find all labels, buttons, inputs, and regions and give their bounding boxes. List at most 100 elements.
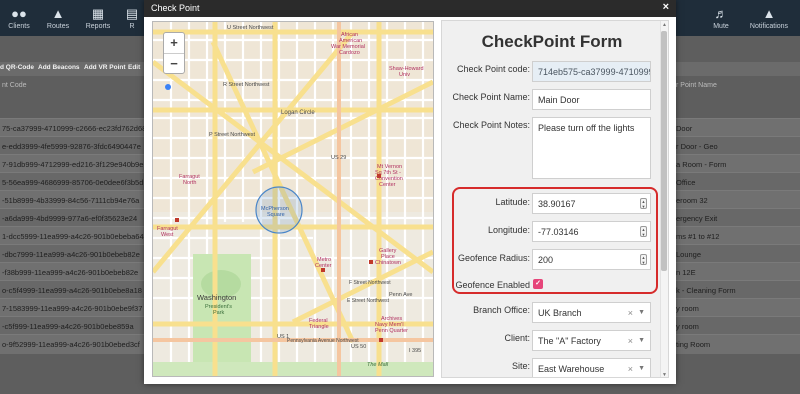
map-label-mt-vernon-4: Center <box>379 182 396 188</box>
zoom-in-button[interactable]: + <box>164 33 184 53</box>
row-name: ergency Exit <box>676 214 718 223</box>
bar-chart-icon: ▦ <box>91 6 105 21</box>
notes-label: Check Point Notes: <box>452 120 530 130</box>
branch-value: UK Branch <box>538 308 582 318</box>
add-vr-point-button[interactable]: Add VR Point <box>84 64 126 71</box>
row-code: -dbc7999-11ea999-a4c26-901b0ebeb82e <box>2 250 140 259</box>
latitude-label: Latitude: <box>495 197 530 207</box>
radius-label: Geofence Radius: <box>457 253 530 263</box>
map-label-pennsylvania: Pennsylvania Avenue Northwest <box>287 338 359 344</box>
map-label-us50: US 50 <box>351 344 366 350</box>
longitude-value: -77.03146 <box>538 227 579 237</box>
map-label-logan: Logan Circle <box>281 110 315 116</box>
longitude-field[interactable]: -77.03146 ▲ ▼ <box>532 221 651 242</box>
scrollbar-thumb[interactable] <box>661 31 667 271</box>
edit-button[interactable]: Edit <box>128 64 140 71</box>
row-code: o-9f52999-11ea999-a4c26-901b0ebed3cf <box>2 340 140 349</box>
client-clear-icon[interactable]: × <box>628 336 633 346</box>
site-value: East Warehouse <box>538 364 605 374</box>
map-label-f-street: F Street Northwest <box>349 280 391 286</box>
row-name: y room <box>676 322 699 331</box>
row-code: 5-56ea999-4686999-85706-0e0dee6f3b5d <box>2 178 144 187</box>
site-select[interactable]: East Warehouse × ▼ <box>532 358 651 377</box>
modal-header: Check Point × <box>144 0 676 17</box>
map-label-farragut-north-2: North <box>183 180 196 186</box>
map-label-penn-ave: Penn Ave <box>389 292 412 298</box>
row-code: 7-91db999-4712999-ed216-3f129e940b9e <box>2 160 144 169</box>
map-view[interactable]: U Street Northwest African American War … <box>152 21 434 377</box>
row-name: Office <box>676 178 696 187</box>
nav-routes-label: Routes <box>46 23 70 30</box>
row-name: Lounge <box>676 250 702 259</box>
map-label-us29: US 29 <box>331 155 346 161</box>
form-scrollbar[interactable]: ▲ ▼ <box>660 21 668 377</box>
longitude-stepper[interactable]: ▲ ▼ <box>640 226 647 237</box>
form-title: CheckPoint Form <box>481 32 623 51</box>
code-label: Check Point code: <box>456 64 530 74</box>
latitude-stepper[interactable]: ▲ ▼ <box>640 198 647 209</box>
name-field[interactable]: Main Door <box>532 89 651 110</box>
geofence-enabled-checkbox[interactable]: ✓ <box>533 279 543 289</box>
latitude-value: 38.90167 <box>538 199 576 209</box>
map-label-square: Square <box>267 212 285 218</box>
row-code: -51b8999-4b33999-84c56-7111cb94e76a <box>2 196 140 205</box>
notes-field[interactable]: Please turn off the lights <box>532 117 651 179</box>
map-zoom-control: + − <box>163 32 185 74</box>
add-qr-code-button[interactable]: d QR-Code <box>0 64 34 71</box>
column-header-code[interactable]: nt Code <box>2 82 27 89</box>
map-label-triangle: Triangle <box>309 324 329 330</box>
map-label-r-street: R Street Northwest <box>223 82 270 88</box>
longitude-label: Longitude: <box>487 225 530 235</box>
row-name: r Door - Geo <box>676 142 718 151</box>
map-label-park: Park <box>213 310 225 316</box>
bell-icon: ▲ <box>762 6 776 21</box>
row-code: -a6da999-4bd9999-977a6-ef0f35623e24 <box>2 214 138 223</box>
nav-reports[interactable]: ▦ Reports <box>80 0 116 36</box>
row-name: Door <box>676 124 693 133</box>
row-name: ting Room <box>676 340 711 349</box>
nav-notifications-label: Notifications <box>749 23 789 30</box>
row-code: -f38b999-11ea999-a4c26-901b0ebeb82e <box>2 268 139 277</box>
add-beacons-button[interactable]: Add Beacons <box>38 64 80 71</box>
nav-reports-label: Reports <box>85 23 111 30</box>
site-clear-icon[interactable]: × <box>628 364 633 374</box>
code-field[interactable]: 714eb575-ca37999-4710999-c2666-ec23fd762… <box>532 61 651 82</box>
row-name: a Room - Form <box>676 160 727 169</box>
radius-field[interactable]: 200 ▲ ▼ <box>532 249 651 270</box>
nav-r-label: R <box>129 23 135 30</box>
client-select[interactable]: The "A" Factory × ▼ <box>532 330 651 351</box>
nav-routes[interactable]: ▲ Routes <box>40 0 76 36</box>
grid-icon: ▤ <box>125 6 139 21</box>
nav-mute[interactable]: ♬ Mute <box>706 0 736 36</box>
chevron-down-icon[interactable]: ▼ <box>638 337 645 344</box>
row-code: 1-dcc5999-11ea999-a4c26-901b0ebeba64 <box>2 232 144 241</box>
scroll-up-icon[interactable]: ▲ <box>662 22 667 28</box>
branch-label: Branch Office: <box>473 305 530 315</box>
zoom-out-button[interactable]: − <box>164 53 184 73</box>
radius-stepper[interactable]: ▲ ▼ <box>640 254 647 265</box>
column-header-name[interactable]: r Point Name <box>676 82 717 89</box>
nav-r[interactable]: ▤ R <box>122 0 142 36</box>
road-icon: ▲ <box>51 6 65 21</box>
branch-select[interactable]: UK Branch × ▼ <box>532 302 651 323</box>
nav-notifications[interactable]: ▲ Notifications <box>742 0 796 36</box>
map-label-us1: US 1 <box>277 334 289 340</box>
row-code: 7-1583999-11ea999-a4c26-901b0ebe9f37 <box>2 304 143 313</box>
row-code: 75-ca37999-4710999-c2666-ec23fd762d68 <box>2 124 147 133</box>
map-label-u-street: U Street Northwest <box>227 25 274 31</box>
close-icon[interactable]: × <box>663 1 669 13</box>
chevron-down-icon[interactable]: ▼ <box>638 309 645 316</box>
site-label: Site: <box>511 361 530 371</box>
map-label-cardozo: Cardozo <box>339 50 360 56</box>
scroll-down-icon[interactable]: ▼ <box>662 372 667 377</box>
nav-clients[interactable]: ●● Clients <box>0 0 38 36</box>
client-label: Client: <box>504 333 530 343</box>
checkpoint-form: CheckPoint Form Check Point code: 714eb5… <box>441 20 669 378</box>
users-icon: ●● <box>11 6 27 21</box>
geofence-enabled-label: Geofence Enabled <box>455 280 530 290</box>
map-label-chinatown: Chinatown <box>375 260 401 266</box>
chevron-down-icon[interactable]: ▼ <box>638 365 645 372</box>
branch-clear-icon[interactable]: × <box>628 308 633 318</box>
latitude-field[interactable]: 38.90167 ▲ ▼ <box>532 193 651 214</box>
client-value: The "A" Factory <box>538 336 601 346</box>
